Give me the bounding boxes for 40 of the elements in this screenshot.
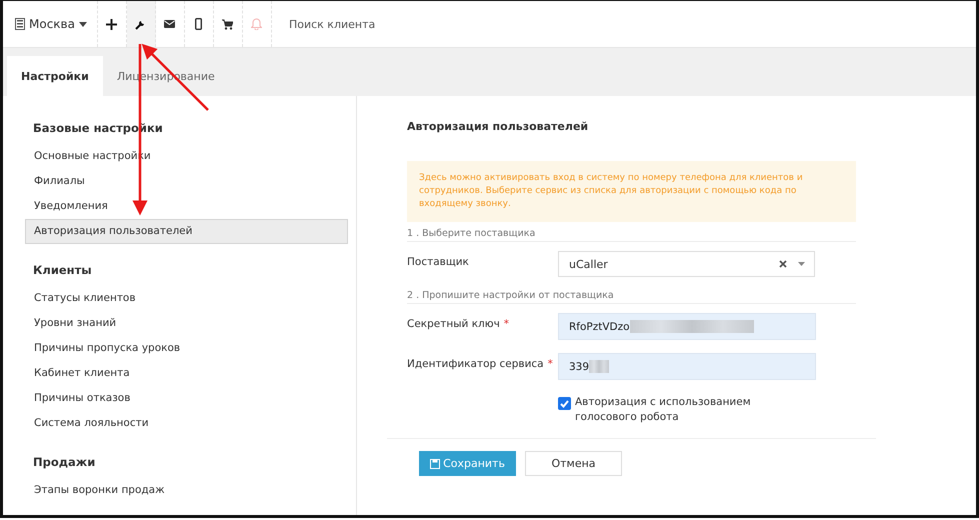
step-heading: 1 . Выберите поставщика: [407, 228, 856, 242]
field-label: Поставщик: [407, 255, 470, 268]
input-field[interactable]: RfoPztVDzo: [558, 313, 816, 340]
sidebar-item[interactable]: Этапы воронки продаж: [25, 478, 348, 503]
input-field[interactable]: 339: [558, 353, 816, 380]
notice-message: Здесь можно активировать вход в систему по номеру телефона для клиентов и сотрудников. Выберите сервис из списка для авторизации с помощью кода по входящему звонку.: [407, 161, 856, 222]
clear-icon: [779, 260, 787, 268]
checkbox[interactable]: [558, 397, 571, 410]
sidebar-item[interactable]: Уровни знаний: [25, 311, 348, 336]
section-heading: Продажи: [32, 454, 96, 470]
sidebar-item[interactable]: Система лояльности: [25, 411, 348, 436]
sidebar-item[interactable]: Филиалы: [25, 169, 348, 194]
field-label: Идентификатор сервиса *: [407, 357, 554, 370]
field-label: Секретный ключ *: [407, 317, 510, 330]
provider-select[interactable]: uCaller: [558, 251, 815, 277]
cancel-button[interactable]: Отмена: [525, 451, 622, 476]
wrench-icon: [135, 18, 146, 30]
phone-icon: [195, 18, 202, 30]
sidebar-item[interactable]: Кабинет клиента: [25, 361, 348, 386]
settings-button[interactable]: [126, 1, 156, 47]
sidebar-item[interactable]: Статусы клиентов: [25, 286, 348, 311]
envelope-icon: [164, 20, 176, 28]
section-heading: Клиенты: [32, 262, 93, 278]
plus-icon: [106, 18, 118, 30]
cart-icon: [222, 18, 234, 30]
caret-icon: [798, 262, 805, 266]
sidebar-item[interactable]: Авторизация пользователей: [25, 219, 348, 244]
sidebar-item[interactable]: Уведомления: [25, 194, 348, 219]
tab[interactable]: Настройки: [7, 56, 103, 96]
required-asterisk: *: [504, 318, 510, 330]
sidebar-item[interactable]: Причины отказов: [25, 386, 348, 411]
sidebar-item[interactable]: Причины пропуска уроков: [25, 336, 348, 361]
building-icon: [15, 18, 25, 30]
caret-icon: [78, 22, 87, 26]
step-heading: 2 . Пропишите настройки от поставщика: [407, 290, 856, 304]
redaction-blur: [589, 360, 610, 373]
bell-icon: [251, 18, 262, 30]
checkbox-label: Авторизация с использованием голосового робота: [575, 395, 752, 425]
panel-title: Авторизация пользователей: [407, 120, 590, 133]
required-asterisk: *: [548, 358, 553, 370]
